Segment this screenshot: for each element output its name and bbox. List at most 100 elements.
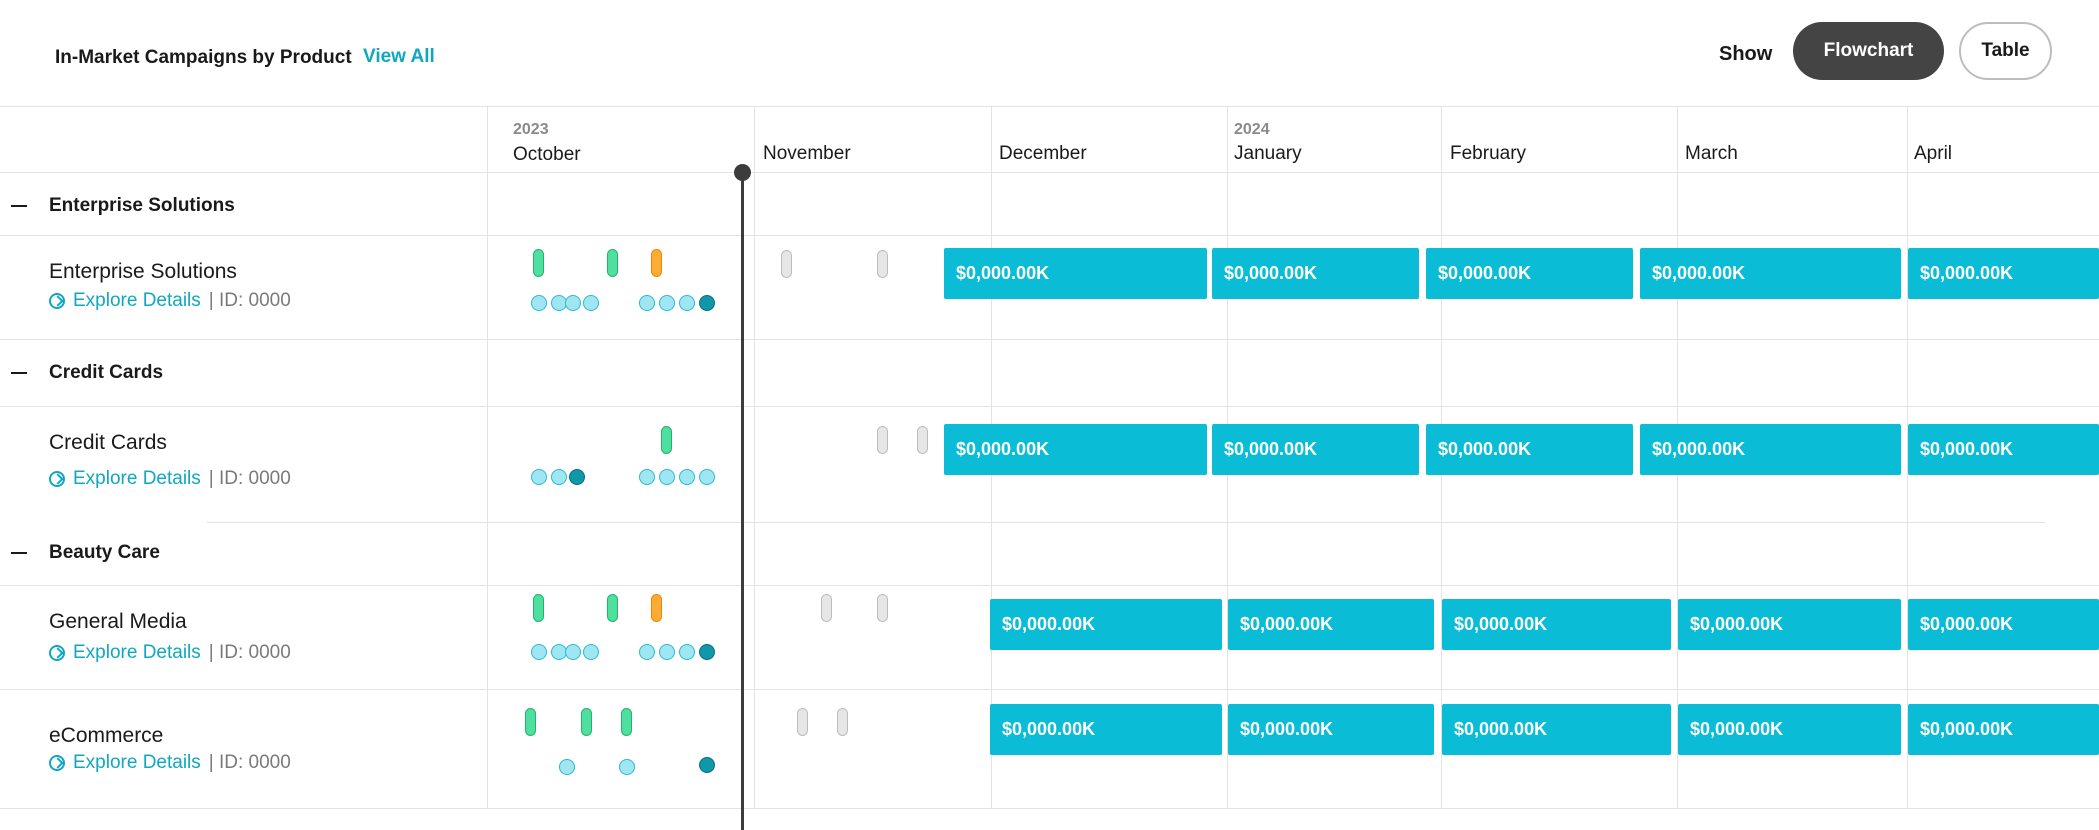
month-december: December [999, 143, 1087, 164]
row-id: | ID: 0000 [208, 290, 291, 311]
activity-dot[interactable] [565, 295, 581, 311]
budget-bar[interactable]: $0,000.00K [990, 704, 1222, 755]
milestone-marker[interactable] [837, 708, 848, 736]
activity-dot[interactable] [659, 469, 675, 485]
budget-bar[interactable]: $0,000.00K [1442, 704, 1671, 755]
divider [0, 172, 2099, 173]
row-id: | ID: 0000 [208, 642, 291, 663]
row-meta: Explore Details | ID: 0000 [49, 468, 291, 490]
budget-bar[interactable]: $0,000.00K [1908, 704, 2099, 755]
activity-dot[interactable] [639, 469, 655, 485]
collapse-dash-icon[interactable] [11, 552, 27, 554]
divider [0, 339, 2099, 340]
divider [0, 808, 2099, 809]
activity-dot[interactable] [565, 644, 581, 660]
milestone-marker[interactable] [821, 594, 832, 622]
explore-details-link[interactable]: Explore Details [73, 468, 201, 490]
budget-bar[interactable]: $0,000.00K [944, 248, 1207, 299]
activity-dot[interactable] [559, 759, 575, 775]
explore-details-link[interactable]: Explore Details [73, 752, 201, 774]
activity-dot[interactable] [699, 644, 715, 660]
column-divider [487, 106, 488, 808]
month-february: February [1450, 143, 1527, 164]
budget-bar[interactable]: $0,000.00K [1908, 248, 2099, 299]
activity-dot[interactable] [531, 295, 547, 311]
table-toggle-button[interactable]: Table [1959, 22, 2052, 80]
divider [0, 406, 2099, 407]
activity-dot[interactable] [639, 295, 655, 311]
month-april: April [1914, 143, 1953, 164]
budget-bar[interactable]: $0,000.00K [1426, 248, 1633, 299]
budget-bar[interactable]: $0,000.00K [1228, 599, 1434, 650]
budget-bar[interactable]: $0,000.00K [1908, 599, 2099, 650]
milestone-marker[interactable] [877, 594, 888, 622]
row-id: | ID: 0000 [208, 752, 291, 773]
flowchart-toggle-button[interactable]: Flowchart [1793, 22, 1944, 80]
milestone-marker[interactable] [661, 426, 672, 454]
group-header-enterprise-solutions: Enterprise Solutions [49, 195, 235, 216]
activity-dot[interactable] [679, 644, 695, 660]
divider [0, 585, 2099, 586]
budget-bar[interactable]: $0,000.00K [1908, 424, 2099, 475]
activity-dot[interactable] [659, 644, 675, 660]
row-name: Credit Cards [49, 431, 167, 454]
collapse-dash-icon[interactable] [11, 205, 27, 207]
budget-bar[interactable]: $0,000.00K [944, 424, 1207, 475]
budget-bar[interactable]: $0,000.00K [1212, 248, 1419, 299]
budget-bar[interactable]: $0,000.00K [1678, 704, 1901, 755]
activity-dot[interactable] [583, 644, 599, 660]
activity-dot[interactable] [569, 469, 585, 485]
activity-dot[interactable] [699, 757, 715, 773]
activity-dot[interactable] [551, 469, 567, 485]
explore-details-link[interactable]: Explore Details [73, 642, 201, 664]
milestone-marker[interactable] [651, 249, 662, 277]
milestone-marker[interactable] [607, 249, 618, 277]
milestone-marker[interactable] [621, 708, 632, 736]
today-marker-handle[interactable] [734, 164, 751, 181]
budget-bar[interactable]: $0,000.00K [1426, 424, 1633, 475]
budget-bar[interactable]: $0,000.00K [1212, 424, 1419, 475]
milestone-marker[interactable] [525, 708, 536, 736]
view-all-link[interactable]: View All [363, 46, 435, 68]
milestone-marker[interactable] [651, 594, 662, 622]
milestone-marker[interactable] [607, 594, 618, 622]
budget-bar[interactable]: $0,000.00K [990, 599, 1222, 650]
budget-bar[interactable]: $0,000.00K [1640, 248, 1901, 299]
group-header-beauty-care: Beauty Care [49, 542, 160, 563]
milestone-marker[interactable] [581, 708, 592, 736]
milestone-marker[interactable] [781, 250, 792, 278]
milestone-marker[interactable] [917, 426, 928, 454]
row-name: General Media [49, 610, 187, 633]
milestone-marker[interactable] [533, 249, 544, 277]
month-january: January [1234, 143, 1302, 164]
budget-bar[interactable]: $0,000.00K [1640, 424, 1901, 475]
activity-dot[interactable] [699, 295, 715, 311]
activity-dot[interactable] [619, 759, 635, 775]
milestone-marker[interactable] [533, 594, 544, 622]
divider [0, 106, 2099, 107]
row-id: | ID: 0000 [208, 468, 291, 489]
activity-dot[interactable] [639, 644, 655, 660]
activity-dot[interactable] [531, 644, 547, 660]
divider [0, 235, 2099, 236]
activity-dot[interactable] [659, 295, 675, 311]
budget-bar[interactable]: $0,000.00K [1678, 599, 1901, 650]
activity-dot[interactable] [699, 469, 715, 485]
budget-bar[interactable]: $0,000.00K [1228, 704, 1434, 755]
activity-dot[interactable] [583, 295, 599, 311]
milestone-marker[interactable] [797, 708, 808, 736]
row-name: eCommerce [49, 724, 164, 747]
show-label: Show [1719, 43, 1773, 65]
collapse-dash-icon[interactable] [11, 372, 27, 374]
activity-dot[interactable] [531, 469, 547, 485]
month-march: March [1685, 143, 1738, 164]
year-label: 2024 [1234, 121, 1270, 138]
row-meta: Explore Details | ID: 0000 [49, 752, 291, 774]
milestone-marker[interactable] [877, 250, 888, 278]
budget-bar[interactable]: $0,000.00K [1442, 599, 1671, 650]
explore-details-link[interactable]: Explore Details [73, 290, 201, 312]
activity-dot[interactable] [679, 469, 695, 485]
activity-dot[interactable] [679, 295, 695, 311]
month-october: October [513, 144, 581, 165]
milestone-marker[interactable] [877, 426, 888, 454]
